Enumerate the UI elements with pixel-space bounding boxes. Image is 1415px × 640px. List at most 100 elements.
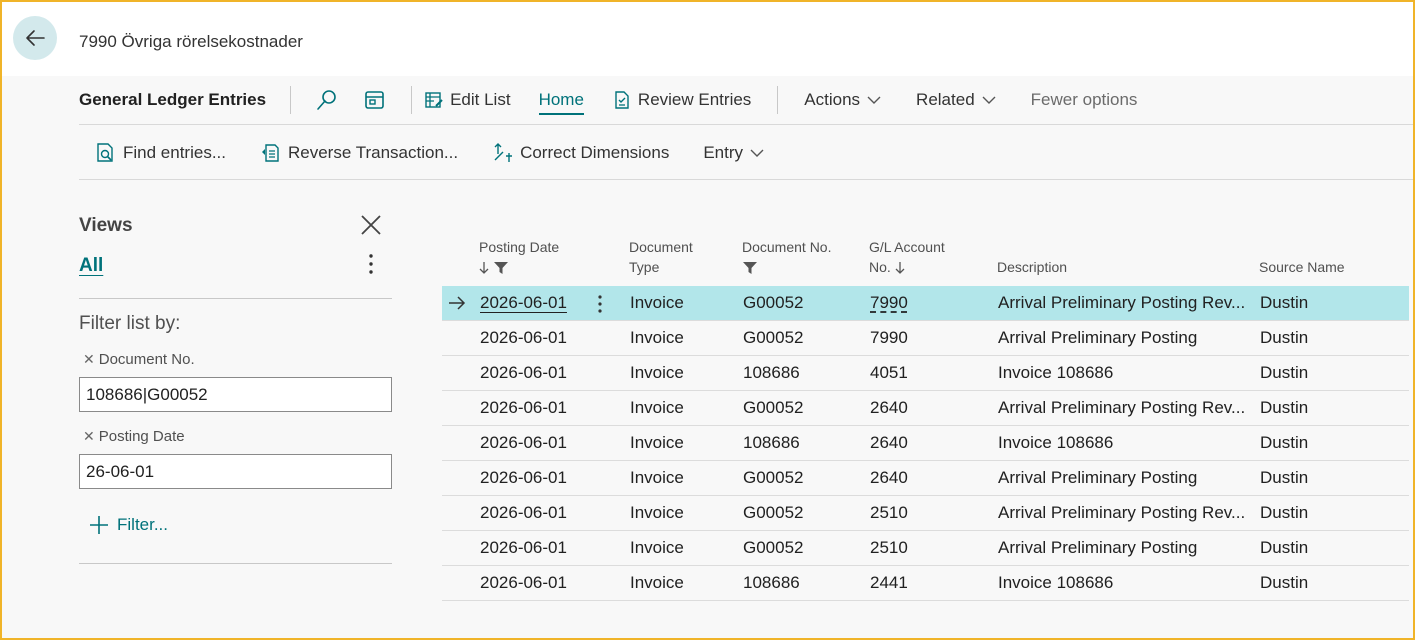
grid-header: Posting Date Document Type Document No. … (442, 181, 1409, 286)
cell-document-type: Invoice (630, 398, 684, 417)
remove-filter-icon[interactable]: ✕ (83, 428, 95, 445)
sort-descending-icon (895, 262, 905, 275)
cell-gl-account-no[interactable]: 7990 (870, 286, 990, 320)
view-more-button[interactable] (367, 253, 375, 280)
cell-document-type: Invoice (630, 538, 684, 557)
column-header-source-name[interactable]: Source Name (1259, 257, 1345, 277)
filter-name-document-no: ✕ Document No. (83, 351, 195, 368)
arrow-right-icon (449, 296, 466, 310)
close-icon (361, 215, 381, 235)
find-document-icon (97, 142, 113, 162)
cell-source-name: Dustin (1260, 363, 1309, 382)
add-filter-button[interactable]: Filter... (89, 515, 168, 535)
share-button[interactable] (363, 88, 387, 112)
cell-source-name: Dustin (1260, 573, 1309, 592)
column-label: No. (869, 259, 891, 275)
cell-posting-date: 2026-06-01 (480, 398, 567, 417)
more-vertical-icon (369, 254, 373, 274)
filter-list-label: Filter list by: (79, 313, 181, 334)
cell-document-no: 108686 (743, 363, 800, 382)
table-row[interactable]: 2026-06-01 Invoice G00052 2640 Arrival Preli… (442, 461, 1409, 496)
column-header-description[interactable]: Description (997, 257, 1067, 277)
table-row[interactable]: 2026-06-01 Invoice G00052 2510 Arrival Preli… (442, 531, 1409, 566)
table-row[interactable]: 2026-06-01 Invoice 108686 2640 Invoice 10868… (442, 426, 1409, 461)
view-all[interactable]: All (79, 255, 103, 277)
views-pane: Views All Filter list by: ✕ Document No. (79, 181, 392, 638)
table-row[interactable]: 2026-06-01 Invoice G00052 7990 Arrival Preli… (442, 321, 1409, 356)
cell-document-no: G00052 (743, 538, 804, 557)
posting-date-filter-input[interactable]: 26-06-01 (79, 454, 392, 489)
share-icon (365, 91, 384, 109)
dimensions-icon (494, 142, 513, 162)
related-menu[interactable]: Related (916, 76, 1003, 125)
column-header-document-type[interactable]: Document Type (629, 237, 693, 277)
cell-gl-account-no: 2510 (870, 538, 908, 557)
cell-gl-account-no: 7990 (870, 328, 908, 347)
table-row[interactable]: 2026-06-01 Invoice G00052 7990 Arrival Preli… (442, 286, 1409, 321)
actions-menu[interactable]: Actions (804, 76, 888, 125)
related-label: Related (916, 90, 975, 109)
cell-document-no: 108686 (743, 433, 800, 452)
cell-posting-date: 2026-06-01 (480, 328, 567, 347)
column-header-gl-account-no[interactable]: G/L Account No. (869, 237, 945, 277)
table-row[interactable]: 2026-06-01 Invoice 108686 2441 Invoice 10868… (442, 566, 1409, 601)
search-button[interactable] (315, 88, 339, 112)
edit-list-icon (425, 92, 443, 108)
edit-list-label: Edit List (450, 90, 511, 109)
fewer-options-label: Fewer options (1030, 90, 1138, 109)
edit-list-button[interactable]: Edit List (424, 76, 511, 125)
tab-home[interactable]: Home (538, 76, 585, 125)
cell-posting-date: 2026-06-01 (480, 468, 567, 487)
filter-icon (493, 262, 508, 275)
table-row[interactable]: 2026-06-01 Invoice G00052 2510 Arrival Preli… (442, 496, 1409, 531)
fewer-options-button[interactable]: Fewer options (1031, 76, 1138, 125)
entry-menu[interactable]: Entry (703, 143, 771, 163)
cell-gl-account-no: 2640 (870, 433, 908, 452)
cell-document-no: 108686 (743, 573, 800, 592)
top-header: 7990 Övriga rörelsekostnader (2, 2, 1413, 76)
find-entries-button[interactable]: Find entries... (95, 142, 226, 164)
cell-description: Invoice 108686 (998, 573, 1114, 592)
cell-description: Arrival Preliminary Posting (998, 538, 1198, 557)
remove-filter-icon[interactable]: ✕ (83, 351, 95, 368)
correct-dimensions-button[interactable]: Correct Dimensions (492, 142, 669, 164)
review-entries-button[interactable]: Review Entries (612, 76, 751, 125)
reverse-transaction-button[interactable]: Reverse Transaction... (260, 142, 458, 164)
cell-source-name: Dustin (1260, 538, 1309, 557)
cell-document-no: G00052 (743, 293, 804, 312)
cell-gl-account-no: 4051 (870, 363, 908, 382)
cell-posting-date[interactable]: 2026-06-01 (480, 286, 620, 320)
search-icon (317, 90, 336, 110)
page-name: General Ledger Entries (79, 90, 267, 109)
cell-gl-account-no: 2640 (870, 398, 908, 417)
entries-grid: Posting Date Document Type Document No. … (442, 181, 1409, 638)
document-no-filter-input[interactable]: 108686|G00052 (79, 377, 392, 412)
cell-posting-date: 2026-06-01 (480, 573, 567, 592)
main-area: General Ledger Entries Edit List Home Re… (2, 76, 1413, 638)
add-filter-label: Filter... (117, 515, 169, 534)
document-check-icon (615, 91, 629, 109)
cell-document-type: Invoice (630, 293, 684, 312)
cell-posting-date: 2026-06-01 (480, 363, 567, 382)
column-header-posting-date[interactable]: Posting Date (479, 237, 559, 277)
divider (79, 563, 392, 564)
cell-description: Invoice 108686 (998, 433, 1114, 452)
column-label: G/L Account (869, 239, 945, 255)
back-button[interactable] (13, 16, 57, 60)
column-label: Document (629, 239, 693, 255)
reverse-transaction-icon (262, 143, 279, 162)
grid-rows: 2026-06-01 Invoice G00052 7990 Arrival Preli… (442, 286, 1409, 601)
cell-gl-account-no: 2510 (870, 503, 908, 522)
cell-gl-account-no: 2640 (870, 468, 908, 487)
column-header-document-no[interactable]: Document No. (742, 237, 831, 277)
views-title: Views (79, 215, 133, 236)
divider (777, 86, 779, 114)
close-views-button[interactable] (359, 213, 383, 242)
table-row[interactable]: 2026-06-01 Invoice G00052 2640 Arrival Preli… (442, 391, 1409, 426)
sort-descending-icon (479, 262, 489, 275)
plus-icon (90, 516, 108, 534)
filter-name-label: Posting Date (98, 428, 185, 445)
table-row[interactable]: 2026-06-01 Invoice 108686 4051 Invoice 10868… (442, 356, 1409, 391)
find-entries-label: Find entries... (123, 142, 226, 162)
column-label: Posting Date (479, 239, 560, 255)
